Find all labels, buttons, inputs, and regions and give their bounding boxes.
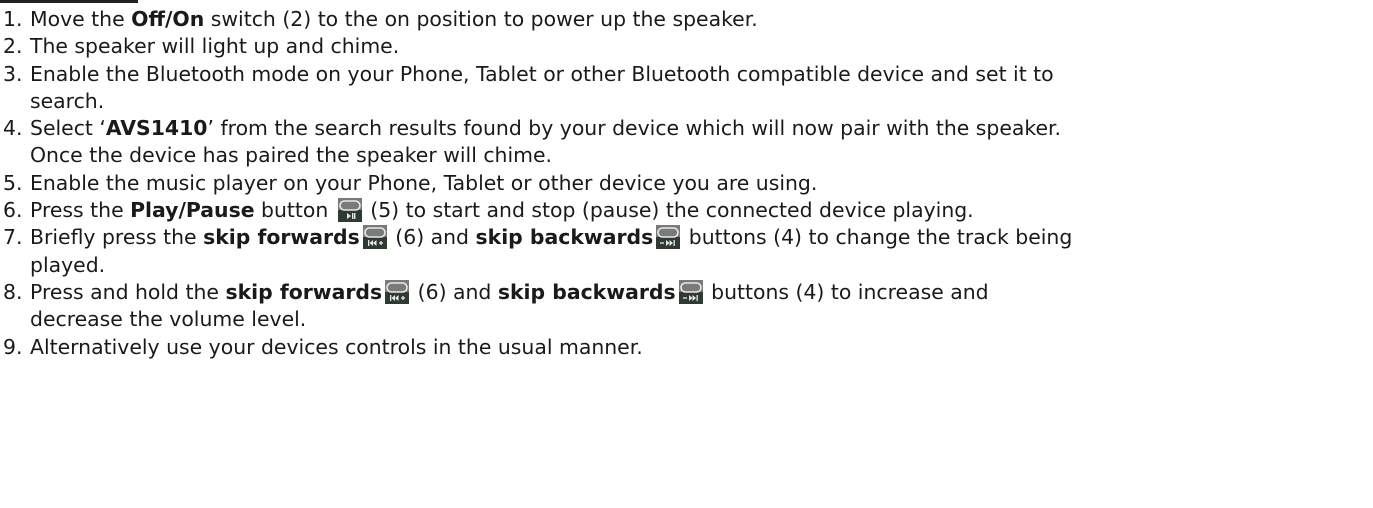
play-pause-label: Play/Pause: [130, 198, 255, 223]
skip-backwards-label: skip backwards: [497, 279, 676, 304]
step-number: 5.: [3, 170, 23, 195]
step-number: 6.: [3, 198, 23, 223]
list-item: 7. Briefly press the skip forwards (6) a…: [3, 225, 1073, 277]
skip-backwards-label: skip backwards: [475, 225, 654, 250]
step-number: 8.: [3, 279, 23, 304]
list-item: 4. Select ‘AVS1410’ from the search resu…: [3, 116, 1062, 168]
play-pause-icon: [337, 198, 362, 223]
list-item: 6. Press the Play/Pause button (5) to st…: [0, 197, 1370, 224]
step-number: 1.: [3, 7, 23, 31]
list-item: 5. Enable the music player on your Phone…: [0, 170, 1370, 197]
list-item: 3. Enable the Bluetooth mode on your Pho…: [3, 61, 1054, 113]
list-item: 9. Alternatively use your devices contro…: [0, 334, 1370, 361]
off-on-switch-label: Off/On: [131, 7, 205, 31]
step-number: 2.: [3, 34, 23, 59]
step-number: 9.: [3, 334, 23, 359]
skip-forward-icon: [362, 225, 387, 250]
skip-backward-icon: [678, 279, 703, 304]
list-item: 2. The speaker will light up and chime.: [0, 33, 1370, 60]
heading-underline: [0, 0, 138, 3]
skip-forward-icon: [385, 279, 410, 304]
step-number: 3.: [3, 61, 23, 86]
skip-forwards-label: skip forwards: [225, 279, 383, 304]
instruction-list: 1. Move the Off/On switch (2) to the on …: [0, 6, 1370, 361]
step-number: 7.: [3, 225, 23, 250]
skip-backward-icon: [656, 225, 681, 250]
step-number: 4.: [3, 116, 23, 141]
list-item: 1. Move the Off/On switch (2) to the on …: [0, 6, 1370, 33]
device-name: AVS1410: [105, 116, 208, 141]
list-item: 8. Press and hold the skip forwards (6) …: [3, 279, 989, 332]
skip-forwards-label: skip forwards: [203, 225, 360, 250]
